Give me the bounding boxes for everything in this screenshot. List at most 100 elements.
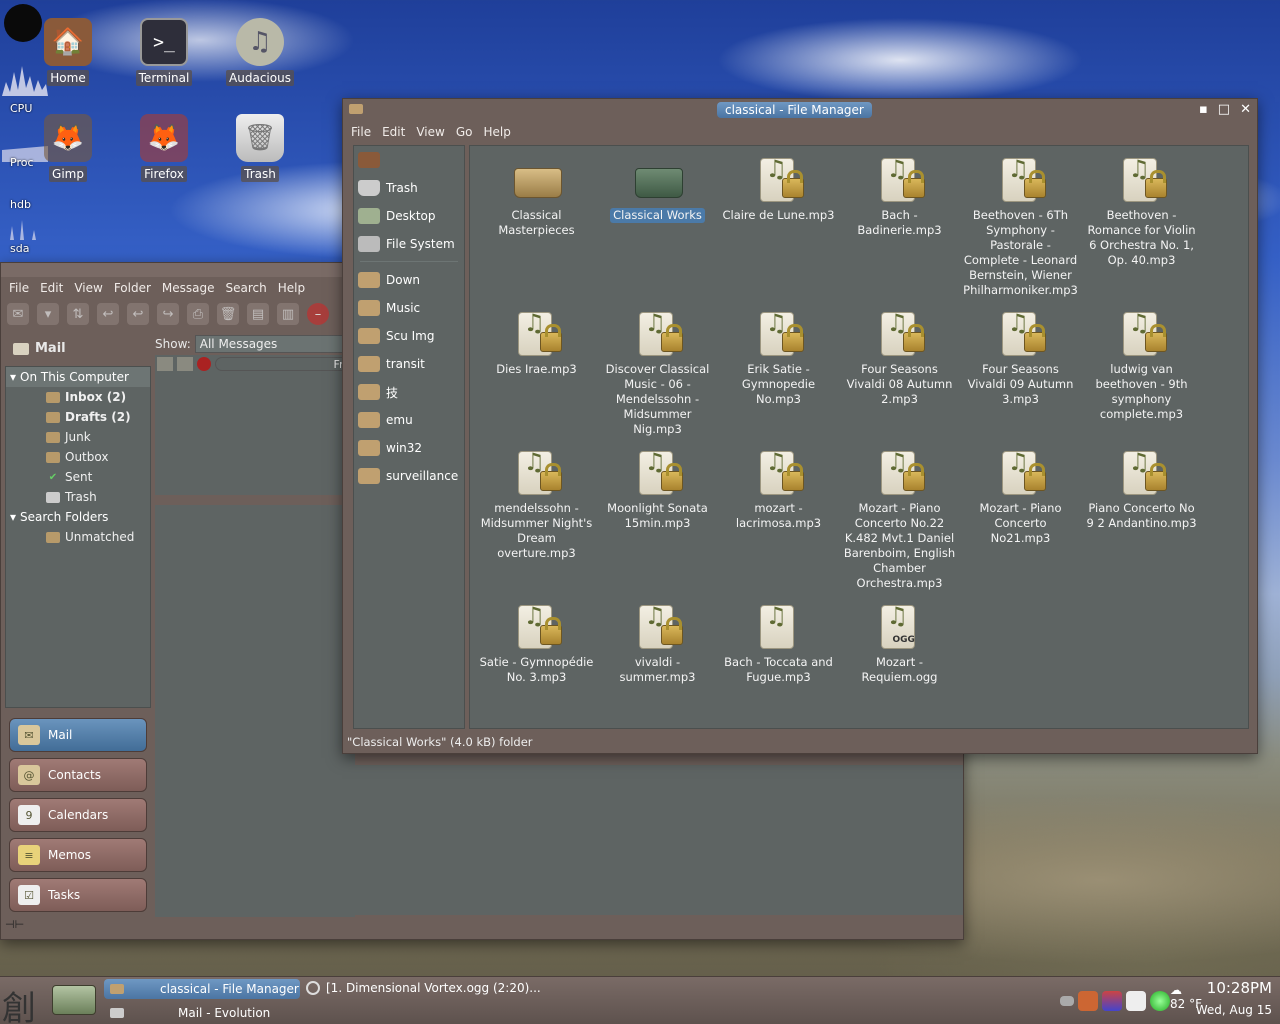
folder-junk[interactable]: Junk <box>6 427 150 447</box>
chevron-down-icon[interactable]: ▾ <box>37 303 59 325</box>
place-emu[interactable]: emu <box>354 406 464 434</box>
menu-folder[interactable]: Folder <box>114 281 151 295</box>
menu-edit[interactable]: Edit <box>382 125 405 139</box>
folder-outbox[interactable]: Outbox <box>6 447 150 467</box>
file-item[interactable]: Four Seasons Vivaldi 09 Autumn 3.mp3 <box>960 310 1081 437</box>
desktop-icon-trash[interactable]: 🗑 Trash <box>220 114 300 182</box>
menu-help[interactable]: Help <box>483 125 510 139</box>
attachment-column-icon[interactable] <box>177 357 193 371</box>
new-message-icon[interactable]: ✉ <box>7 303 29 325</box>
file-item[interactable]: Satie - Gymnopédie No. 3.mp3 <box>476 603 597 685</box>
file-item[interactable]: Beethoven - 6Th Symphony - Pastorale - C… <box>960 156 1081 298</box>
group-on-this-computer[interactable]: ▾ On This Computer <box>6 367 150 387</box>
maximize-icon[interactable]: □ <box>1218 102 1230 117</box>
switcher-tasks-button[interactable]: ☑ Tasks <box>9 878 147 912</box>
place-file-system[interactable]: File System <box>354 230 464 258</box>
folder-sent[interactable]: ✔ Sent <box>6 467 150 487</box>
document-icon[interactable] <box>1126 991 1146 1011</box>
file-item[interactable]: Erik Satie - Gymnopedie No.mp3 <box>718 310 839 437</box>
place-down[interactable]: Down <box>354 266 464 294</box>
avatar[interactable] <box>1102 991 1122 1011</box>
place-trash[interactable]: Trash <box>354 174 464 202</box>
status-column-icon[interactable] <box>157 357 173 371</box>
menu-file[interactable]: File <box>351 125 371 139</box>
menu-view[interactable]: View <box>74 281 102 295</box>
switcher-memos-button[interactable]: ≡ Memos <box>9 838 147 872</box>
clock[interactable]: 10:28PM Wed, Aug 15 <box>1196 979 1272 1017</box>
show-desktop-icon[interactable] <box>52 985 96 1015</box>
menu-edit[interactable]: Edit <box>40 281 63 295</box>
file-item[interactable]: Bach - Badinerie.mp3 <box>839 156 960 298</box>
media-player-applet[interactable]: [1. Dimensional Vortex.ogg (2:20)... <box>306 981 541 995</box>
file-item[interactable]: mozart - lacrimosa.mp3 <box>718 449 839 591</box>
menu-help[interactable]: Help <box>278 281 305 295</box>
place-music[interactable]: Music <box>354 294 464 322</box>
close-icon[interactable]: ✕ <box>1240 102 1251 117</box>
file-item[interactable]: Moonlight Sonata 15min.mp3 <box>597 449 718 591</box>
group-search-folders[interactable]: ▾ Search Folders <box>6 507 150 527</box>
file-view[interactable]: Classical Masterpieces Classical Works Cla… <box>469 145 1249 729</box>
show-filter-select[interactable]: All Messages <box>194 335 345 353</box>
file-item[interactable]: Bach - Toccata and Fugue.mp3 <box>718 603 839 685</box>
file-item[interactable]: Four Seasons Vivaldi 08 Autumn 2.mp3 <box>839 310 960 437</box>
switcher-calendars-button[interactable]: 9 Calendars <box>9 798 147 832</box>
file-item[interactable]: Dies Irae.mp3 <box>476 310 597 437</box>
message-list[interactable]: Fro <box>155 355 355 495</box>
folder-trash[interactable]: Trash <box>6 487 150 507</box>
menu-file[interactable]: File <box>9 281 29 295</box>
folder-unmatched[interactable]: Unmatched <box>6 527 150 547</box>
place-surveillance[interactable]: surveillance <box>354 462 464 490</box>
place-ji[interactable]: 技 <box>354 378 464 406</box>
media-stop-icon[interactable] <box>306 981 320 995</box>
file-item[interactable]: Mozart - Piano Concerto No.22 K.482 Mvt.… <box>839 449 960 591</box>
place-transit[interactable]: transit <box>354 350 464 378</box>
file-item[interactable]: Discover Classical Music - 06 - Mendelss… <box>597 310 718 437</box>
file-item[interactable]: Classical Masterpieces <box>476 156 597 298</box>
switcher-mail-button[interactable]: ✉ Mail <box>9 718 147 752</box>
minimize-icon[interactable]: ▪ <box>1199 102 1208 117</box>
file-manager-titlebar[interactable]: classical - File Manager ▪ □ ✕ <box>343 99 1257 121</box>
mail-notify-icon[interactable] <box>1060 996 1074 1006</box>
menu-message[interactable]: Message <box>162 281 215 295</box>
file-item[interactable]: Claire de Lune.mp3 <box>718 156 839 298</box>
pane-resize-handle[interactable]: ⊣⊢ <box>5 918 151 931</box>
reply-all-icon[interactable]: ↩ <box>127 303 149 325</box>
place-scu-img[interactable]: Scu Img <box>354 322 464 350</box>
place-win32[interactable]: win32 <box>354 434 464 462</box>
desktop-icon-home[interactable]: 🏠 Home <box>28 18 108 86</box>
place-desktop[interactable]: Desktop <box>354 202 464 230</box>
not-junk-icon[interactable]: ▥ <box>277 303 299 325</box>
file-item[interactable]: OGG Mozart - Requiem.ogg <box>839 603 960 685</box>
stop-icon[interactable]: – <box>307 303 329 325</box>
forward-icon[interactable]: ↪ <box>157 303 179 325</box>
start-menu-icon[interactable]: 創 <box>2 981 36 1024</box>
task-evolution[interactable]: Mail - Evolution <box>104 1003 300 1023</box>
file-item[interactable]: Classical Works <box>597 156 718 298</box>
place-home[interactable] <box>354 146 464 174</box>
file-item[interactable]: Piano Concerto No 9 2 Andantino.mp3 <box>1081 449 1202 591</box>
print-icon[interactable]: ⎙ <box>187 303 209 325</box>
from-column-header[interactable]: Fro <box>215 357 353 371</box>
desktop-icon-firefox[interactable]: 🦊 Firefox <box>124 114 204 182</box>
menu-view[interactable]: View <box>416 125 444 139</box>
folder-inbox[interactable]: Inbox (2) <box>6 387 150 407</box>
reply-icon[interactable]: ↩ <box>97 303 119 325</box>
switcher-contacts-button[interactable]: @ Contacts <box>9 758 147 792</box>
task-file-manager[interactable]: classical - File Manager <box>104 979 300 999</box>
file-item[interactable]: mendelssohn - Midsummer Night's Dream ov… <box>476 449 597 591</box>
folder-drafts[interactable]: Drafts (2) <box>6 407 150 427</box>
menu-go[interactable]: Go <box>456 125 473 139</box>
file-item[interactable]: Mozart - Piano Concerto No21.mp3 <box>960 449 1081 591</box>
desktop-icon-audacious[interactable]: ♫ Audacious <box>220 18 300 86</box>
desktop-icon-gimp[interactable]: 🦊 Gimp <box>28 114 108 182</box>
junk-icon[interactable]: ▤ <box>247 303 269 325</box>
file-item[interactable]: Beethoven - Romance for Violin 6 Orchest… <box>1081 156 1202 298</box>
desktop-icon-terminal[interactable]: >_ Terminal <box>124 18 204 86</box>
file-item[interactable]: vivaldi - summer.mp3 <box>597 603 718 685</box>
menu-search[interactable]: Search <box>226 281 267 295</box>
file-item[interactable]: ludwig van beethoven - 9th symphony comp… <box>1081 310 1202 437</box>
status-green-icon[interactable] <box>1150 991 1170 1011</box>
send-receive-icon[interactable]: ⇅ <box>67 303 89 325</box>
important-column-icon[interactable] <box>197 357 211 371</box>
delete-icon[interactable]: 🗑 <box>217 303 239 325</box>
